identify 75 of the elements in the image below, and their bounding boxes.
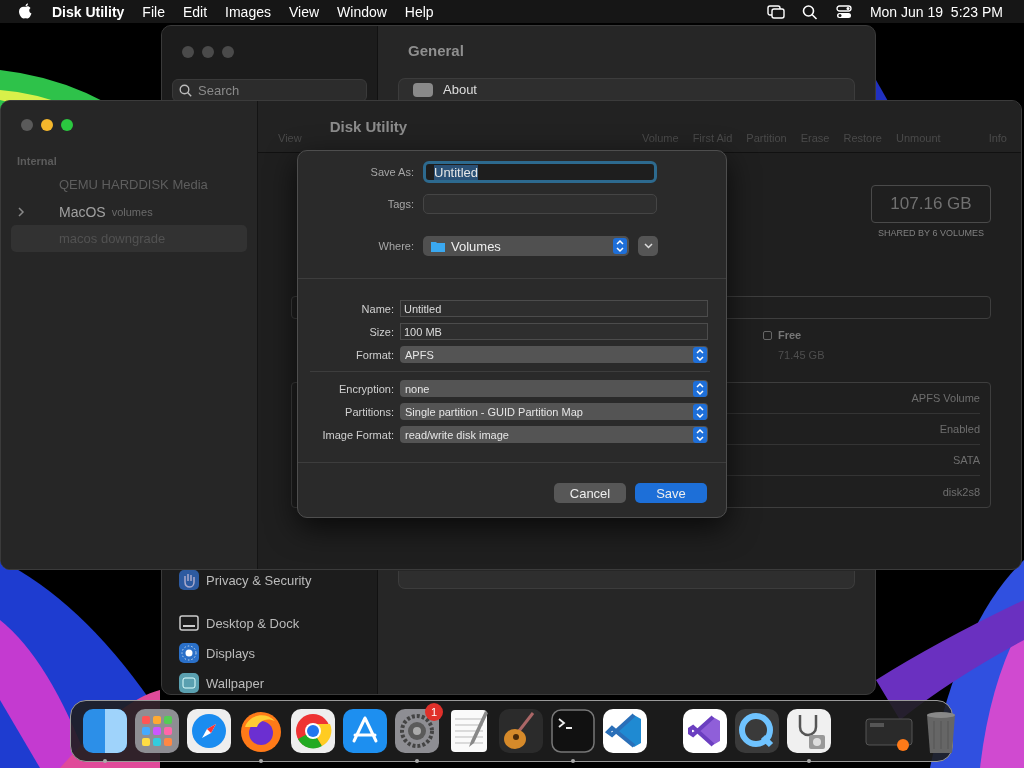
info-value: Enabled xyxy=(939,423,980,435)
sidebar-item[interactable]: Wallpaper xyxy=(172,673,367,693)
save-button[interactable]: Save xyxy=(635,483,707,503)
search-icon xyxy=(179,84,192,97)
chevron-down-icon xyxy=(643,243,653,249)
tags-field[interactable] xyxy=(423,194,657,214)
zoom-button[interactable] xyxy=(61,119,73,131)
sidebar-item[interactable]: Desktop & Dock xyxy=(172,613,367,633)
wallpaper-icon xyxy=(179,673,199,693)
info-value: disk2s8 xyxy=(942,485,980,498)
grid-icon[interactable] xyxy=(133,707,181,755)
field-label: Save As: xyxy=(369,166,414,178)
gear-icon[interactable] xyxy=(393,707,441,755)
sun-icon xyxy=(179,643,199,663)
app-menu[interactable]: Disk Utility xyxy=(43,3,134,20)
menu-item[interactable]: Window xyxy=(328,3,396,20)
capacity-value: 107.16 GB xyxy=(871,185,991,223)
guitar-icon[interactable] xyxy=(497,707,545,755)
screen-mirroring-icon[interactable] xyxy=(766,3,785,20)
apple-icon[interactable] xyxy=(18,3,33,20)
field-label: Partitions: xyxy=(344,405,394,418)
where-popup[interactable]: Volumes xyxy=(423,236,629,256)
legend-swatch xyxy=(763,330,772,340)
folder-icon xyxy=(431,240,445,252)
stethoscope-icon[interactable] xyxy=(785,707,833,755)
menu-item[interactable]: File xyxy=(133,3,174,20)
updown-icon xyxy=(693,346,707,363)
split-tile-icon[interactable] xyxy=(81,707,129,755)
legend-label: Free xyxy=(778,329,802,341)
sidebar-item[interactable]: Privacy & Security xyxy=(172,570,367,590)
hand-icon xyxy=(179,570,199,590)
settings-row[interactable]: About xyxy=(398,78,855,100)
sidebar-item[interactable]: Displays xyxy=(172,643,367,663)
notification-badge: 1 xyxy=(425,703,443,721)
info-value: SATA xyxy=(952,454,980,466)
info-value: APFS Volume xyxy=(911,392,980,404)
text-field[interactable]: Untitled xyxy=(400,300,708,317)
text-field[interactable]: 100 MB xyxy=(400,323,708,340)
capacity-note: SHARED BY 6 VOLUMES xyxy=(878,228,984,238)
search-icon[interactable] xyxy=(800,3,819,20)
field-label: Name: xyxy=(360,302,394,315)
field-label: Format: xyxy=(355,348,394,361)
search-field[interactable]: Search xyxy=(172,79,367,102)
ribbon-icon[interactable] xyxy=(601,707,649,755)
popup-menu[interactable]: APFS xyxy=(400,346,708,363)
field-label: Encryption: xyxy=(337,382,394,395)
dock-icon xyxy=(179,613,199,633)
disk-item[interactable]: MacOS volumes xyxy=(11,198,247,225)
popup-menu[interactable]: Single partition - GUID Partition Map xyxy=(400,403,708,420)
compass-icon[interactable] xyxy=(185,707,233,755)
control-center-icon[interactable] xyxy=(834,3,853,20)
menu-item[interactable]: Help xyxy=(395,3,443,20)
menu-item[interactable]: Images xyxy=(216,3,280,20)
updown-icon xyxy=(693,426,707,443)
field-label: Size: xyxy=(368,325,394,338)
menu-item[interactable]: Edit xyxy=(173,3,217,20)
updown-icon xyxy=(693,380,707,397)
field-label: Image Format: xyxy=(321,428,394,441)
updown-icon xyxy=(613,238,627,254)
save-as-field[interactable]: Untitled xyxy=(423,161,657,183)
app-store-icon[interactable] xyxy=(341,707,389,755)
clock[interactable]: Mon Jun 19 5:23 PM xyxy=(860,3,1012,20)
cancel-button[interactable]: Cancel xyxy=(554,483,626,503)
field-label: Tags: xyxy=(386,198,414,210)
popup-menu[interactable]: none xyxy=(400,380,708,397)
menu-item[interactable]: View xyxy=(279,3,329,20)
minimize-button[interactable] xyxy=(41,119,53,131)
popup-menu[interactable]: read/write disk image xyxy=(400,426,708,443)
expand-button[interactable] xyxy=(638,236,658,256)
window-title: Disk Utility xyxy=(329,118,408,135)
terminal-icon[interactable] xyxy=(549,707,597,755)
chevron-right-icon xyxy=(17,206,25,217)
pane-title: General xyxy=(407,42,465,61)
field-label: Where: xyxy=(377,240,414,252)
updown-icon xyxy=(693,403,707,420)
